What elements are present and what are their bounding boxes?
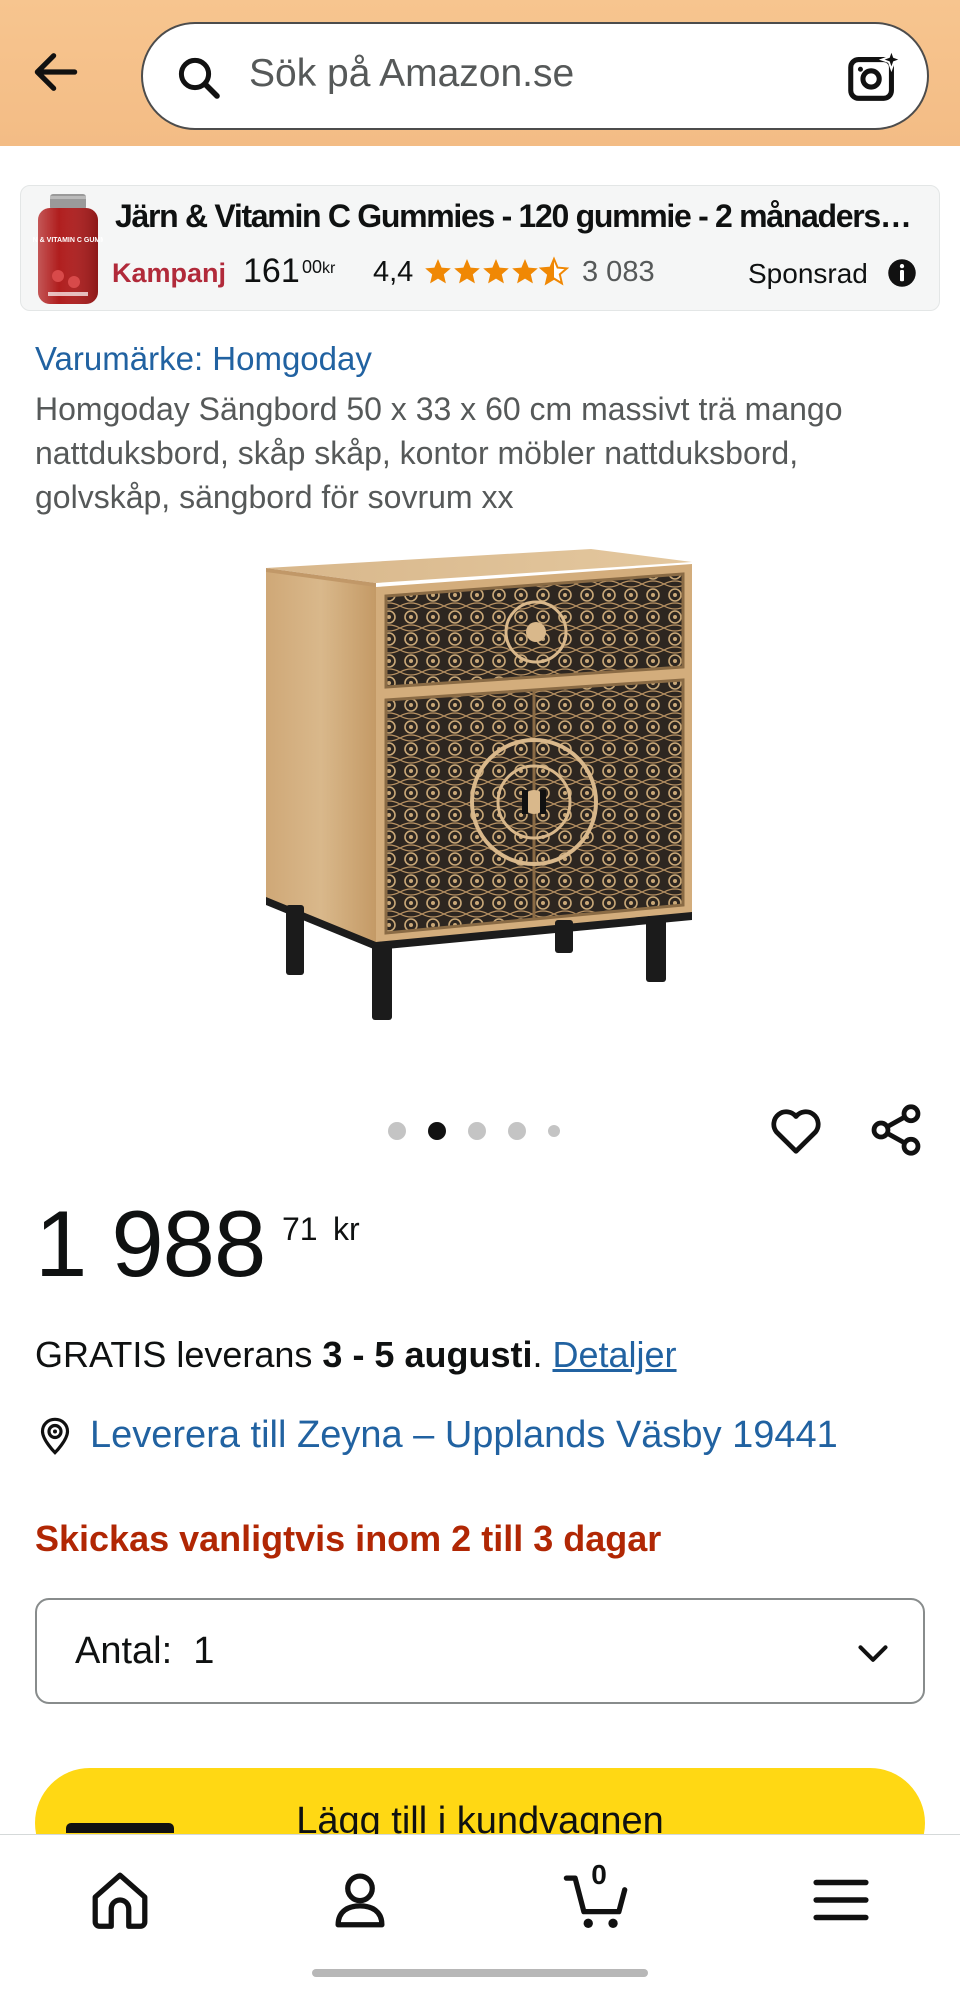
ad-price-fraction: 00kr [302,257,336,277]
delivery-location-link[interactable]: Leverera till Zeyna – Upplands Väsby 194… [90,1414,838,1457]
quantity-dropdown[interactable]: Antal: 1 [35,1598,925,1704]
price-whole: 1 988 [35,1191,266,1296]
ad-review-count[interactable]: 3 083 [582,256,655,289]
ad-rating: 4,4 [373,256,414,288]
price-fraction: 71 [282,1211,318,1247]
heart-icon [771,1109,821,1154]
delivery-dates: 3 - 5 augusti [322,1334,533,1375]
search-icon [178,57,220,99]
carousel-dot[interactable] [468,1122,486,1140]
chevron-down-icon [858,1645,888,1662]
nav-cart[interactable]: 0 [562,1859,632,1935]
bottom-navigation: 0 [0,1823,960,1991]
camera-sparkle-icon [848,46,905,101]
active-tab-indicator [66,1823,174,1833]
wishlist-button[interactable] [766,1100,826,1160]
product-image[interactable] [246,540,716,1020]
product-title: Homgoday Sängbord 50 x 33 x 60 cm massiv… [35,391,843,515]
star-rating-icon [425,258,568,285]
promo-label: Kampanj [112,258,227,288]
carousel-dot[interactable] [548,1125,560,1137]
share-icon [871,1104,921,1156]
top-header: Sök på Amazon.se [0,0,960,146]
nav-home[interactable] [85,1865,155,1935]
availability-status: Skickas vanligtvis inom 2 till 3 dagar [35,1518,662,1559]
search-input[interactable]: Sök på Amazon.se [249,52,574,96]
camera-search-button[interactable] [843,46,905,108]
location-pin-icon[interactable] [35,1416,75,1456]
search-bar[interactable]: Sök på Amazon.se [141,22,929,130]
quantity-label: Antal: 1 [75,1630,215,1672]
delivery-details-link[interactable]: Detaljer [552,1334,676,1375]
arrow-left-icon [34,53,78,91]
sponsored-ad-card[interactable]: JÄRN & VITAMIN C GUMMIES Järn & Vitamin … [20,185,940,311]
brand-link[interactable]: Varumärke: Homgoday [35,340,372,378]
nav-menu[interactable] [806,1865,876,1935]
sponsored-label: Sponsrad [748,258,868,289]
carousel-dot[interactable] [388,1122,406,1140]
account-icon [335,1873,385,1928]
info-icon[interactable] [887,258,917,288]
price-currency: kr [333,1211,360,1247]
ad-price-whole: 161 [243,252,300,290]
delivery-suffix: . [532,1334,553,1375]
delivery-prefix: GRATIS leverans [35,1334,323,1375]
ad-product-thumbnail: JÄRN & VITAMIN C GUMMIES [33,194,103,304]
menu-icon [813,1879,869,1921]
share-button[interactable] [866,1100,926,1160]
back-button[interactable] [24,40,88,104]
home-icon [92,1872,148,1929]
system-home-indicator[interactable] [312,1969,648,1977]
image-carousel-dots[interactable] [388,1119,560,1143]
nav-account[interactable] [325,1865,395,1935]
carousel-dot[interactable] [508,1122,526,1140]
ad-title[interactable]: Järn & Vitamin C Gummies - 120 gummie - … [115,198,915,235]
carousel-dot-active[interactable] [428,1122,446,1140]
cart-count-badge: 0 [591,1859,607,1890]
thumbnail-label: JÄRN & VITAMIN C GUMMIES [33,236,103,244]
delivery-info: GRATIS leverans 3 - 5 augusti. Detaljer [35,1334,677,1376]
